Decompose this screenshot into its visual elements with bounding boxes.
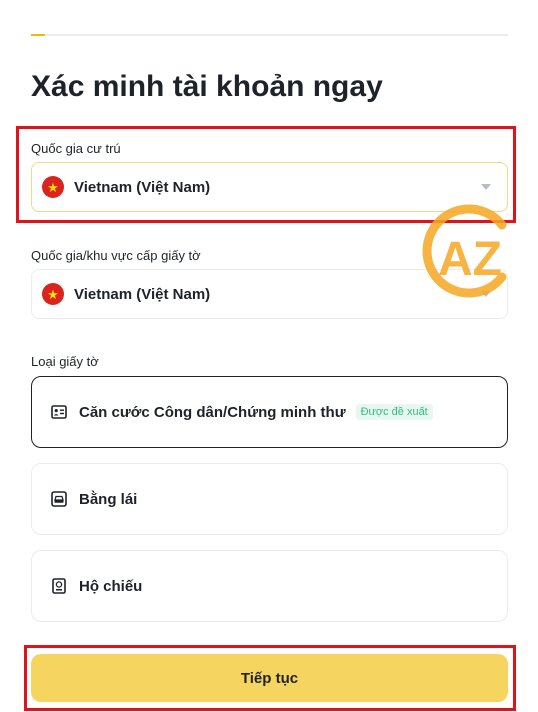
- document-option-passport[interactable]: Hộ chiếu: [31, 550, 508, 622]
- issuing-country-select[interactable]: ★ Vietnam (Việt Nam): [31, 269, 508, 319]
- document-option-label: Căn cước Công dân/Chứng minh thư: [79, 403, 346, 421]
- residence-country-select[interactable]: ★ Vietnam (Việt Nam): [31, 162, 508, 212]
- chevron-down-icon: [481, 184, 491, 190]
- document-option-drivers-license[interactable]: Bằng lái: [31, 463, 508, 535]
- page-title: Xác minh tài khoản ngay: [31, 70, 383, 103]
- car-icon: [50, 490, 68, 508]
- issuing-country-value: Vietnam (Việt Nam): [74, 285, 211, 303]
- residence-country-value: Vietnam (Việt Nam): [74, 178, 211, 196]
- continue-button[interactable]: Tiếp tục: [31, 654, 508, 702]
- residence-country-label: Quốc gia cư trú: [31, 141, 121, 156]
- document-option-label: Bằng lái: [79, 490, 138, 508]
- vietnam-flag-icon: ★: [42, 176, 64, 198]
- vietnam-flag-icon: ★: [42, 283, 64, 305]
- chevron-down-icon: [481, 291, 491, 297]
- issuing-country-label: Quốc gia/khu vực cấp giấy tờ: [31, 248, 201, 263]
- document-option-id-card[interactable]: Căn cước Công dân/Chứng minh thư Được đề…: [31, 376, 508, 448]
- progress-bar: [31, 34, 508, 36]
- id-card-icon: [50, 403, 68, 421]
- document-option-label: Hộ chiếu: [79, 577, 143, 595]
- progress-fill: [31, 34, 46, 36]
- recommended-badge: Được đề xuất: [355, 404, 433, 420]
- passport-icon: [50, 577, 68, 595]
- document-type-label: Loại giấy tờ: [31, 354, 99, 369]
